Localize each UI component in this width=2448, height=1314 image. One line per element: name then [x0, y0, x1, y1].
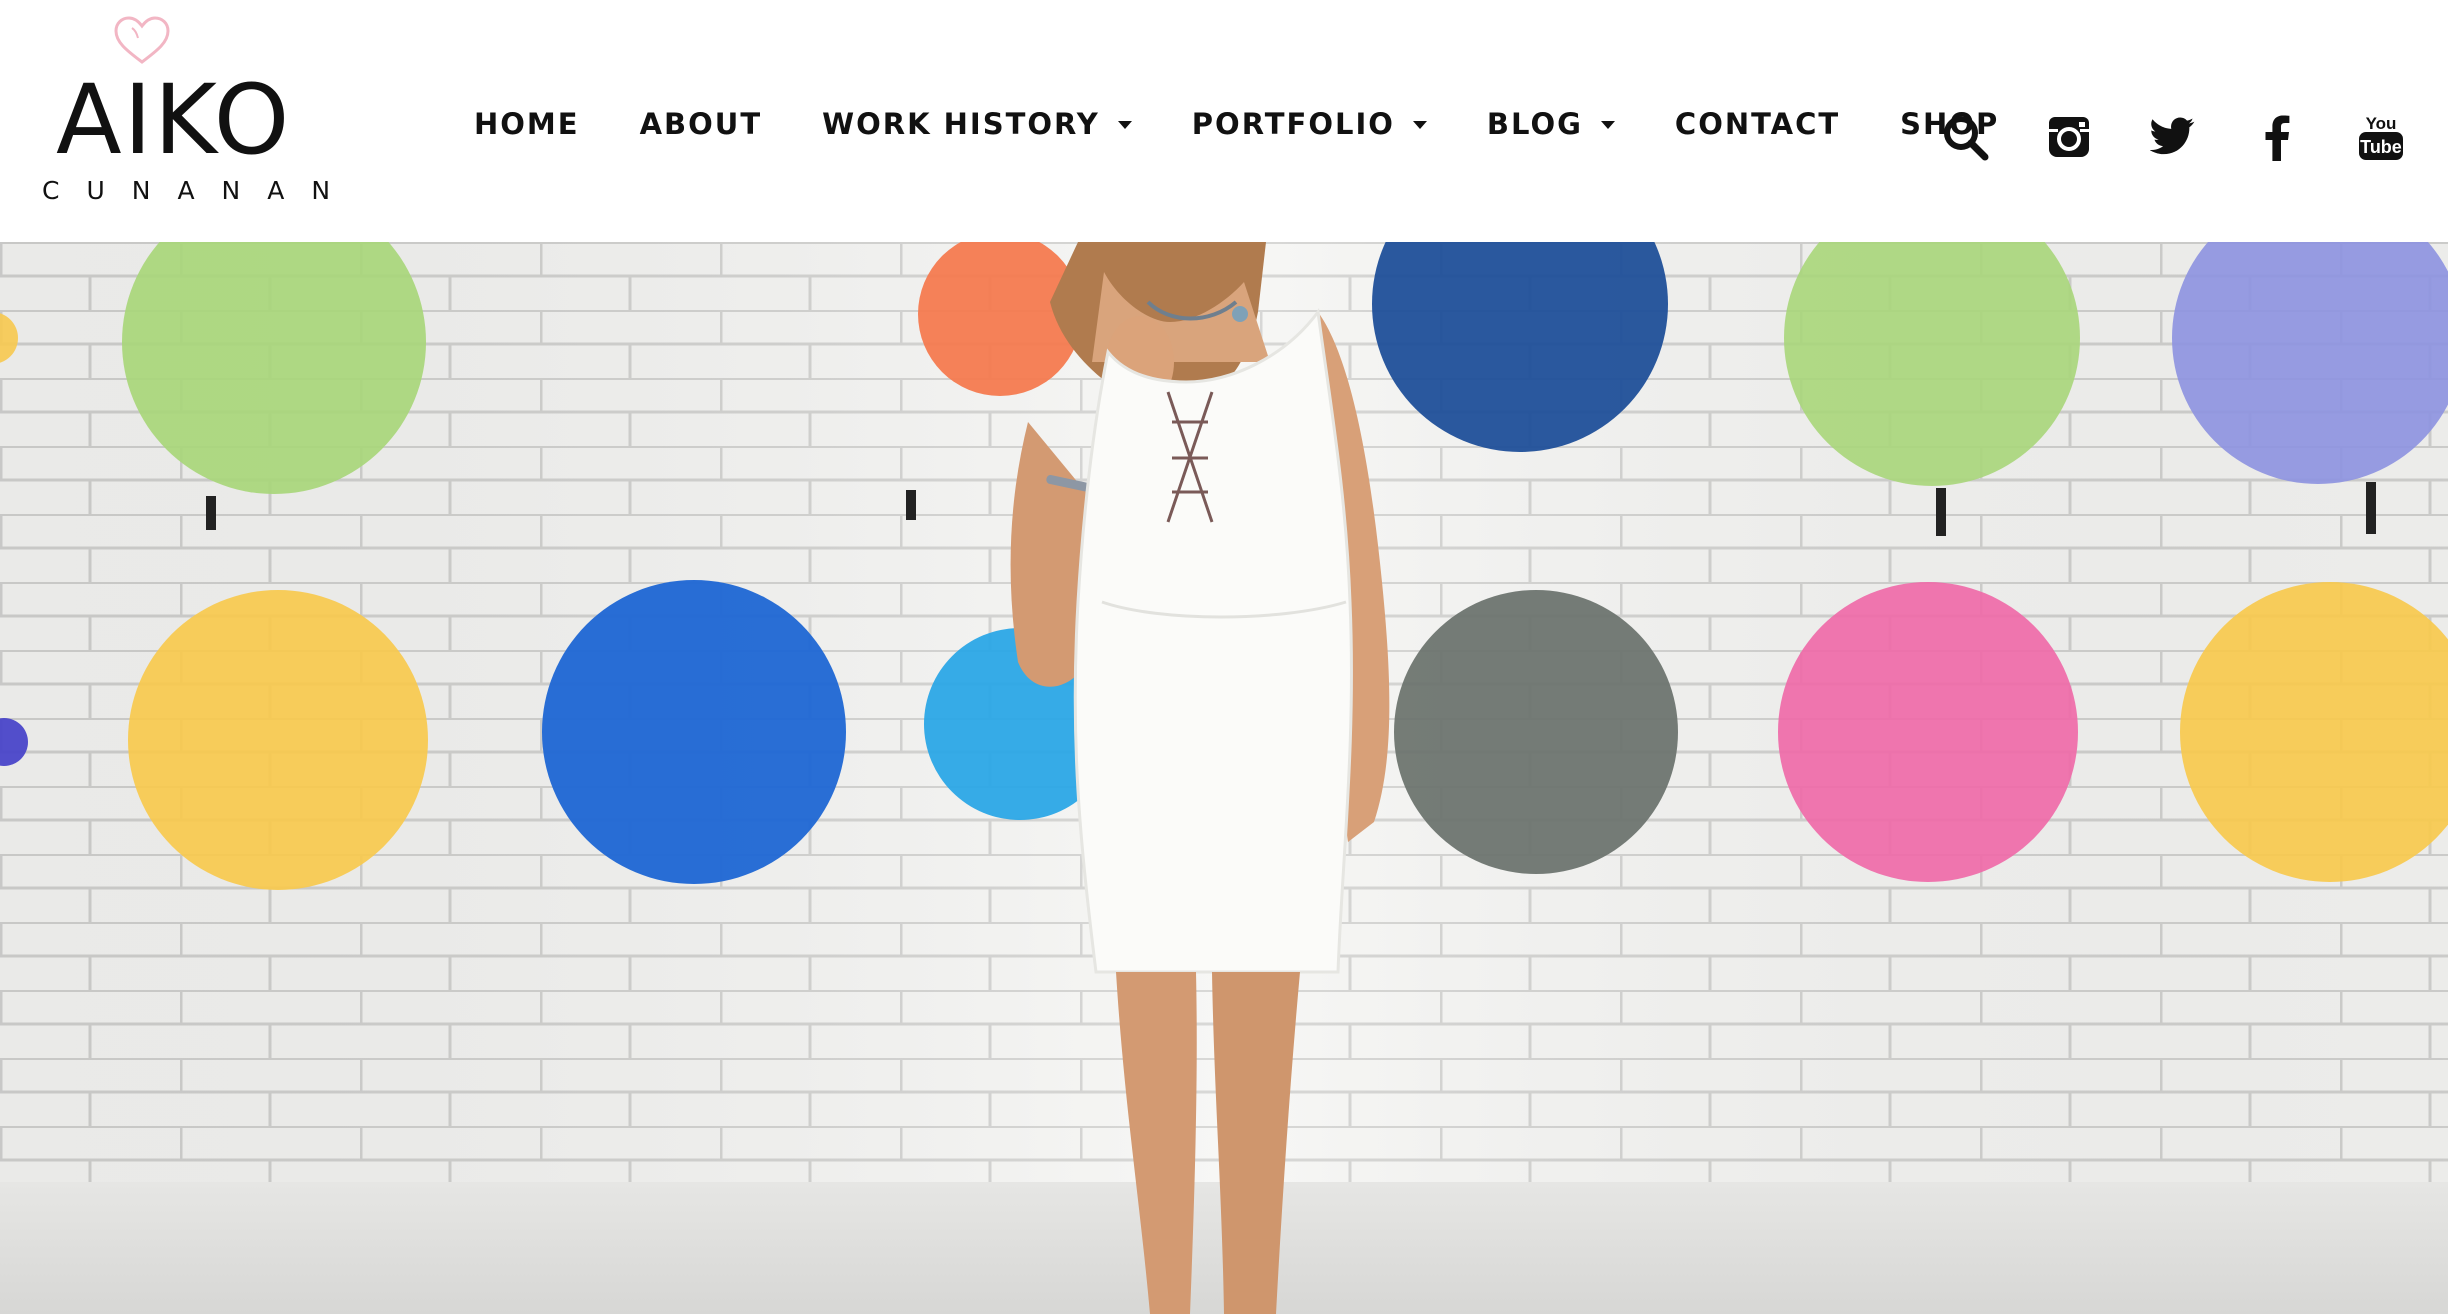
site-logo[interactable]: AIKO CUNANAN [36, 14, 336, 204]
nav-label: ABOUT [639, 107, 763, 141]
nav-label: PORTFOLIO [1191, 107, 1395, 141]
nav-label: CONTACT [1674, 107, 1841, 141]
nav-label: BLOG [1486, 107, 1583, 141]
nav-item-home[interactable]: HOME [474, 110, 580, 139]
logo-wordmark: AIKO [56, 64, 292, 176]
youtube-top-text: You [2366, 114, 2397, 133]
youtube-icon[interactable]: You Tube [2356, 112, 2406, 162]
search-icon[interactable] [1940, 112, 1990, 162]
nav-item-about[interactable]: ABOUT [640, 110, 763, 139]
caret-down-icon [1412, 120, 1427, 129]
social-links: You Tube [1940, 112, 2406, 162]
twitter-icon[interactable] [2148, 112, 2198, 162]
youtube-bottom-text: Tube [2360, 137, 2402, 157]
caret-down-icon [1117, 120, 1132, 129]
nav-item-portfolio[interactable]: PORTFOLIO [1192, 110, 1427, 139]
nav-item-blog[interactable]: BLOG [1487, 110, 1615, 139]
logo-subtitle: CUNANAN [42, 176, 358, 205]
hero-photo [0, 242, 2448, 1314]
nav-label: WORK HISTORY [822, 107, 1100, 141]
facebook-icon[interactable] [2252, 112, 2302, 162]
main-nav: HOME ABOUT WORK HISTORY PORTFOLIO BLOG C… [474, 110, 1999, 139]
caret-down-icon [1600, 120, 1615, 129]
hero-image [0, 242, 2448, 1314]
site-header: AIKO CUNANAN HOME ABOUT WORK HISTORY POR… [0, 0, 2448, 242]
nav-label: HOME [474, 107, 580, 141]
nav-item-work-history[interactable]: WORK HISTORY [822, 110, 1132, 139]
instagram-icon[interactable] [2044, 112, 2094, 162]
nav-item-contact[interactable]: CONTACT [1675, 110, 1840, 139]
heart-outline-icon [114, 16, 170, 64]
